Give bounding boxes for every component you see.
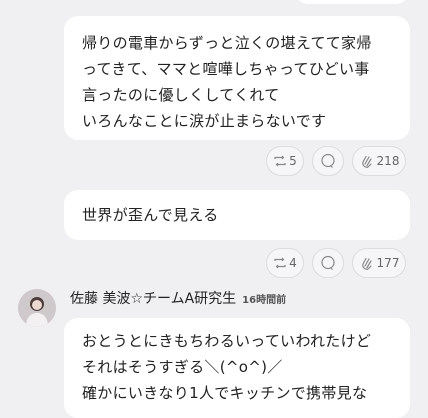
clap-icon bbox=[359, 255, 375, 271]
like-count: 177 bbox=[376, 256, 400, 270]
reply-text-line: おとうとにきもちわるいっていわれたけど bbox=[82, 332, 372, 350]
share-count: 4 bbox=[289, 256, 297, 270]
share-button[interactable]: 4 bbox=[266, 248, 304, 278]
post-bubble: 世界が歪んで見える bbox=[64, 190, 410, 240]
like-button[interactable]: 177 bbox=[352, 248, 406, 278]
like-count: 218 bbox=[376, 154, 400, 168]
retweet-icon bbox=[273, 155, 287, 167]
post-text-line: 言ったのに優しくしてくれて bbox=[82, 86, 280, 104]
author-name[interactable]: 佐藤 美波☆チームA研究生 bbox=[70, 291, 236, 307]
post-text-line: いろんなことに涙が止まらないです bbox=[82, 112, 327, 130]
share-button[interactable]: 5 bbox=[266, 146, 304, 176]
clap-icon bbox=[359, 153, 375, 169]
reply-text-line: それはそうすぎる＼(^o^)／ bbox=[82, 358, 283, 376]
post-time: 16時間前 bbox=[242, 295, 287, 306]
comment-button[interactable] bbox=[312, 248, 344, 278]
comment-bubble-icon bbox=[320, 153, 336, 169]
post-actions: 5 218 bbox=[266, 146, 406, 176]
comment-button[interactable] bbox=[312, 146, 344, 176]
reply-bubble: おとうとにきもちわるいっていわれたけど それはそうすぎる＼(^o^)／ 確かにい… bbox=[64, 318, 410, 418]
like-button[interactable]: 218 bbox=[352, 146, 406, 176]
previous-post-actions-partial bbox=[296, 0, 408, 4]
avatar[interactable] bbox=[18, 289, 56, 327]
post-text-line: 帰りの電車からずっと泣くの堪えてて家帰 bbox=[82, 34, 372, 52]
post-actions: 4 177 bbox=[266, 248, 406, 278]
reply-text-line: 確かにいきなり1人でキッチンで携帯見な bbox=[82, 384, 368, 402]
comment-bubble-icon bbox=[320, 255, 336, 271]
post-text-line: 世界が歪んで見える bbox=[82, 206, 219, 224]
post-bubble: 帰りの電車からずっと泣くの堪えてて家帰 ってきて、ママと喧嘩しちゃってひどい事 … bbox=[64, 16, 410, 140]
post-text-line: ってきて、ママと喧嘩しちゃってひどい事 bbox=[82, 60, 370, 78]
retweet-icon bbox=[273, 257, 287, 269]
reply-meta: 佐藤 美波☆チームA研究生 16時間前 bbox=[70, 288, 286, 308]
share-count: 5 bbox=[289, 154, 297, 168]
